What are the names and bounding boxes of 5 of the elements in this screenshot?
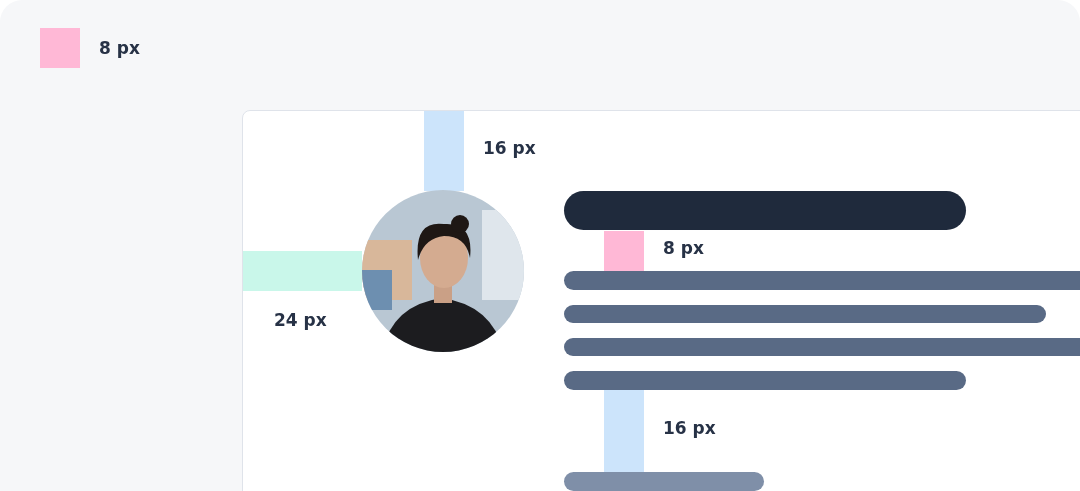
legend-label: 8 px [99,38,140,58]
spacing-label: 16 px [663,418,716,438]
spacing-label: 24 px [274,310,327,330]
spacing-label: 8 px [663,238,704,258]
spacing-label: 16 px [483,138,536,158]
